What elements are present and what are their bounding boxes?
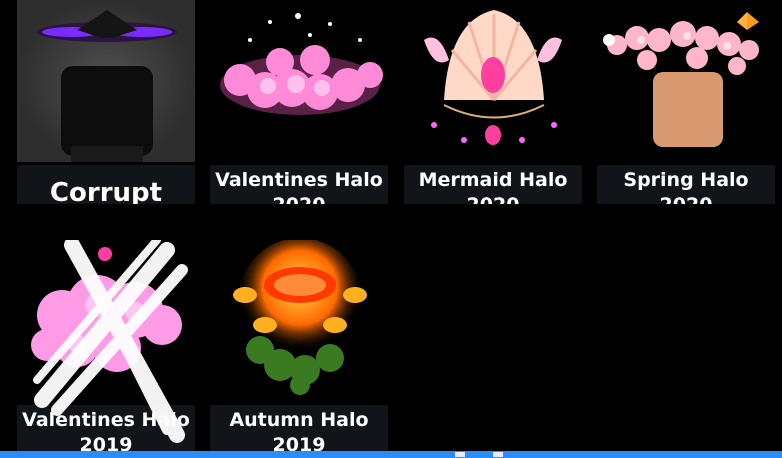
bottom-bar bbox=[0, 451, 782, 458]
valentines-halo-2020-thumbnail bbox=[210, 0, 388, 162]
mermaid-halo-2020-thumbnail bbox=[404, 0, 582, 162]
corrupt-halo-thumbnail bbox=[17, 0, 195, 162]
crossed-out-mark bbox=[33, 240, 188, 443]
spring-halo-2020-thumbnail bbox=[597, 0, 775, 162]
item-year: 2020 bbox=[404, 193, 582, 204]
item-card-spring-halo-2020[interactable]: Spring Halo 2020 bbox=[597, 0, 775, 204]
item-card-autumn-halo-2019[interactable]: Autumn Halo 2019 bbox=[210, 240, 388, 451]
item-name: Spring Halo bbox=[623, 169, 749, 191]
item-label: Corrupt Halo bbox=[17, 165, 195, 204]
item-label: Autumn Halo 2019 bbox=[210, 405, 388, 451]
item-name: Valentines Halo bbox=[215, 169, 383, 191]
item-card-corrupt-halo[interactable]: Corrupt Halo bbox=[17, 0, 195, 204]
autumn-halo-2019-thumbnail bbox=[210, 240, 388, 402]
item-year: 2020 bbox=[597, 193, 775, 204]
item-card-mermaid-halo-2020[interactable]: Mermaid Halo 2020 bbox=[404, 0, 582, 204]
item-card-valentines-halo-2019[interactable]: Valentines Halo 2019 bbox=[17, 240, 195, 451]
item-card-valentines-halo-2020[interactable]: Valentines Halo 2020 bbox=[210, 0, 388, 204]
item-label: Mermaid Halo 2020 bbox=[404, 165, 582, 204]
bottom-bar-icon bbox=[493, 452, 503, 457]
item-name: Corrupt Halo bbox=[49, 178, 163, 204]
item-name: Autumn Halo bbox=[229, 409, 369, 431]
item-label: Spring Halo 2020 bbox=[597, 165, 775, 204]
bottom-bar-icon bbox=[455, 452, 465, 457]
item-label: Valentines Halo 2020 bbox=[210, 165, 388, 204]
item-year: 2019 bbox=[272, 434, 326, 451]
item-name: Mermaid Halo bbox=[418, 169, 568, 191]
item-year: 2020 bbox=[210, 193, 388, 204]
